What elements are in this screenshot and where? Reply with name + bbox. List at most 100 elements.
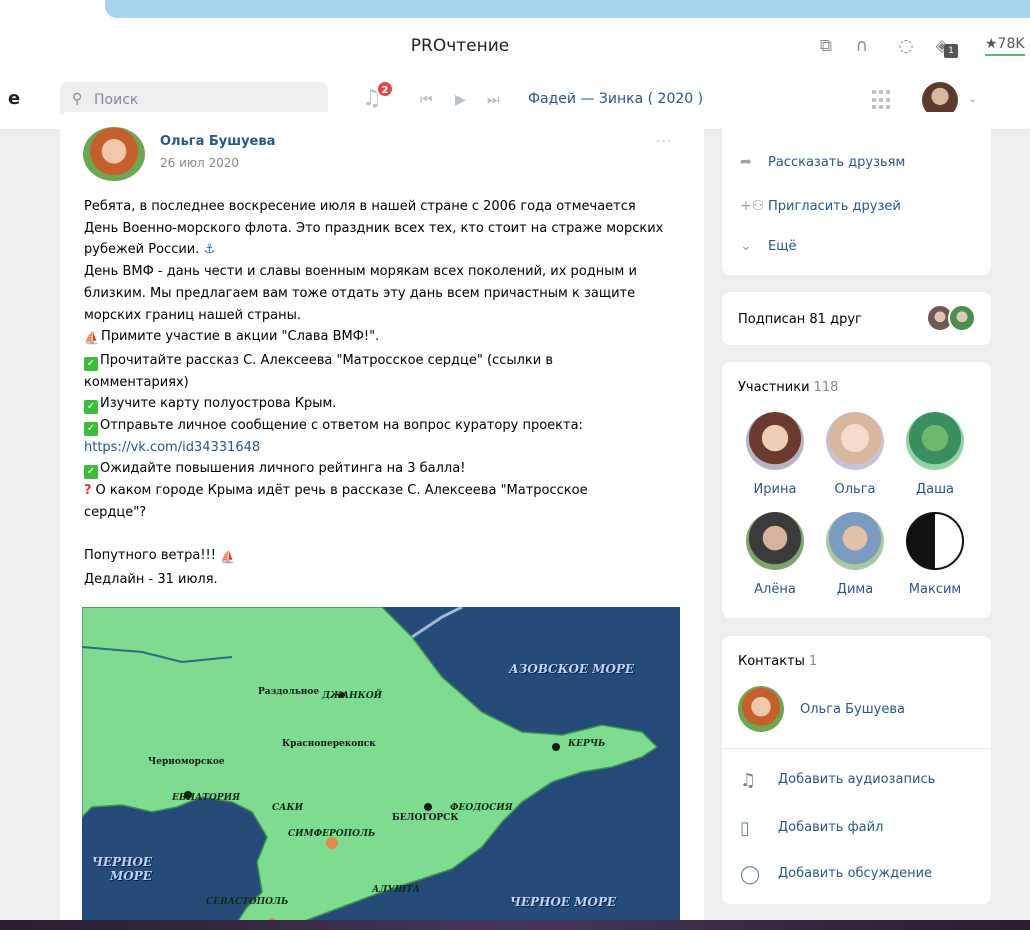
map-label-city: САКИ	[272, 803, 304, 813]
members-card: Участники 118 Ирина Ольга Даша Алёна Дима…	[722, 362, 991, 618]
add-audio-label: Добавить аудиозапись	[778, 772, 936, 787]
headphones-icon[interactable]: ∩	[850, 34, 874, 58]
yin-yang-avatar	[906, 512, 964, 570]
member-item[interactable]: Ольга	[815, 412, 895, 497]
invite-friends-label: Пригласить друзей	[768, 199, 901, 214]
external-link-icon[interactable]: ⧉	[814, 34, 838, 58]
member-avatar	[746, 412, 804, 470]
contacts-card: Контакты 1 Ольга Бушуева ♫ Добавить аудиоз…	[722, 636, 991, 904]
friend-avatar	[948, 304, 976, 332]
members-title[interactable]: Участники 118	[738, 380, 838, 395]
member-item[interactable]: Дима	[815, 512, 895, 597]
crimea-map-image[interactable]: АЗОВСКОЕ МОРЕ ЧЕРНОЕ МОРЕ ЧЕРНОЕ МОРЕ ДЖ…	[82, 607, 680, 930]
author-avatar[interactable]	[83, 127, 145, 181]
sailboat-icon: ⛵	[220, 550, 236, 565]
map-label-town: Раздольное	[258, 687, 320, 697]
next-track-icon[interactable]: ⏭	[487, 92, 500, 108]
post-line: морских границ нашей страны.	[84, 307, 302, 323]
map-label-city: СИМФЕРОПОЛЬ	[288, 829, 376, 839]
member-name: Алёна	[754, 582, 796, 597]
search-bubble-icon[interactable]: ◌	[894, 34, 918, 58]
map-label-city: АЛУШТА	[372, 885, 421, 895]
contact-avatar[interactable]	[738, 686, 784, 732]
post-line: Попутного ветра!!! ⛵	[84, 545, 688, 569]
post-line-text: Изучите карту полуострова Крым.	[100, 396, 337, 412]
member-name: Даша	[916, 482, 954, 497]
member-item[interactable]: Даша	[895, 412, 975, 497]
members-count: 118	[813, 380, 839, 395]
post-line: близким. Мы предлагаем вам тоже отдать э…	[84, 285, 636, 301]
post-line: ? О каком городе Крыма идёт речь в расска…	[84, 480, 688, 502]
post-line: ✓ Изучите карту полуострова Крым.	[84, 393, 688, 415]
divider	[722, 748, 991, 749]
star-count[interactable]: ★78K	[985, 36, 1025, 56]
post-author[interactable]: Ольга Бушуева	[160, 134, 275, 149]
file-icon: ▯	[740, 818, 750, 839]
prev-track-icon[interactable]: ⏮	[420, 92, 433, 108]
more-label: Ещё	[768, 239, 797, 254]
member-avatar	[826, 412, 884, 470]
add-discussion-label: Добавить обсуждение	[778, 866, 933, 881]
page-title: PROчтение	[410, 36, 510, 56]
checkmark-icon: ✓	[84, 400, 98, 415]
post-line-text: О каком городе Крыма идёт речь в рассказ…	[95, 483, 588, 499]
invite-friends-button[interactable]: +⚇ Пригласить друзей	[740, 198, 901, 214]
post-more-button[interactable]: ···	[656, 134, 672, 150]
member-item[interactable]: Алёна	[735, 512, 815, 597]
members-label: Участники	[738, 380, 810, 395]
member-avatar	[826, 512, 884, 570]
map-label-town: БЕЛОГОРСК	[392, 813, 459, 823]
ship-icon: ⛵	[84, 331, 99, 346]
post-date[interactable]: 26 июл 2020	[160, 156, 239, 170]
post-line: сердце"?	[84, 504, 147, 520]
checkmark-icon: ✓	[84, 422, 98, 437]
chevron-down-icon[interactable]: ⌄	[968, 92, 977, 105]
discussion-icon: ◯	[740, 864, 761, 885]
post-line: Ребята, в последнее воскресение июля в н…	[84, 199, 636, 214]
now-playing[interactable]: Фадей — Зинка ( 2020 )	[528, 91, 703, 107]
profile-link[interactable]: https://vk.com/id34331648	[84, 440, 260, 455]
browser-titlebar: PROчтение ⧉ ∩ ◌ ◈ 1 ★78K	[0, 22, 1030, 70]
contacts-title[interactable]: Контакты 1	[738, 654, 817, 669]
os-taskbar	[0, 920, 1030, 930]
question-icon: ?	[84, 483, 92, 499]
map-label-town: Красноперекопск	[282, 739, 376, 749]
more-button[interactable]: ⌄ Ещё	[740, 238, 796, 254]
browser-url-bar[interactable]	[105, 0, 1030, 18]
member-item[interactable]: Ирина	[735, 412, 815, 497]
post-line: ✓ Прочитайте рассказ С. Алексеева "Матрос…	[84, 350, 688, 372]
map-label-city: ФЕОДОСИЯ	[450, 803, 513, 813]
map-label-azov: АЗОВСКОЕ МОРЕ	[509, 662, 635, 676]
member-avatar	[906, 412, 964, 470]
play-icon[interactable]: ▶	[455, 92, 466, 108]
map-label-town: Черноморское	[148, 757, 225, 767]
member-name: Ольга	[834, 482, 876, 497]
member-avatar	[746, 512, 804, 570]
member-name: Максим	[908, 582, 962, 597]
add-file-button[interactable]: ▯ Добавить файл	[740, 818, 883, 839]
tell-friends-button[interactable]: ➦ Рассказать друзьям	[740, 154, 905, 170]
post-line: комментариях)	[84, 374, 189, 390]
subscribed-friends-card[interactable]: Подписан 81 друг	[722, 292, 991, 345]
post-line-text: Прочитайте рассказ С. Алексеева "Матросс…	[100, 352, 554, 368]
post-line: ⛵ Примите участие в акции "Слава ВМФ!".	[84, 326, 688, 350]
add-audio-button[interactable]: ♫ Добавить аудиозапись	[740, 770, 935, 791]
post-line-text: Ожидайте повышения личного рейтинга на 3…	[100, 461, 466, 477]
post-line-text: Отправьте личное сообщение с ответом на …	[100, 418, 583, 434]
tell-friends-label: Рассказать друзьям	[768, 155, 906, 170]
site-logo[interactable]: e	[8, 88, 20, 109]
contacts-label: Контакты	[738, 654, 805, 669]
apps-grid-icon[interactable]	[872, 90, 892, 110]
post-line: ✓ Ожидайте повышения личного рейтинга на …	[84, 458, 688, 480]
add-discussion-button[interactable]: ◯ Добавить обсуждение	[740, 864, 932, 885]
music-note-icon: ♫	[740, 770, 757, 791]
map-label-city: СЕВАСТОПОЛЬ	[206, 897, 289, 907]
post-text: Ребята, в последнее воскресение июля в н…	[84, 196, 688, 591]
checkmark-icon: ✓	[84, 465, 98, 480]
map-label-city: КЕРЧЬ	[568, 739, 606, 749]
member-item[interactable]: Максим	[895, 512, 975, 597]
wall-post: Ольга Бушуева 26 июл 2020 ··· Ребята, в …	[60, 112, 704, 930]
map-label-black-sea-3: ЧЕРНОЕ МОРЕ	[510, 895, 617, 909]
checkmark-icon: ✓	[84, 356, 98, 371]
contact-name[interactable]: Ольга Бушуева	[800, 702, 905, 717]
